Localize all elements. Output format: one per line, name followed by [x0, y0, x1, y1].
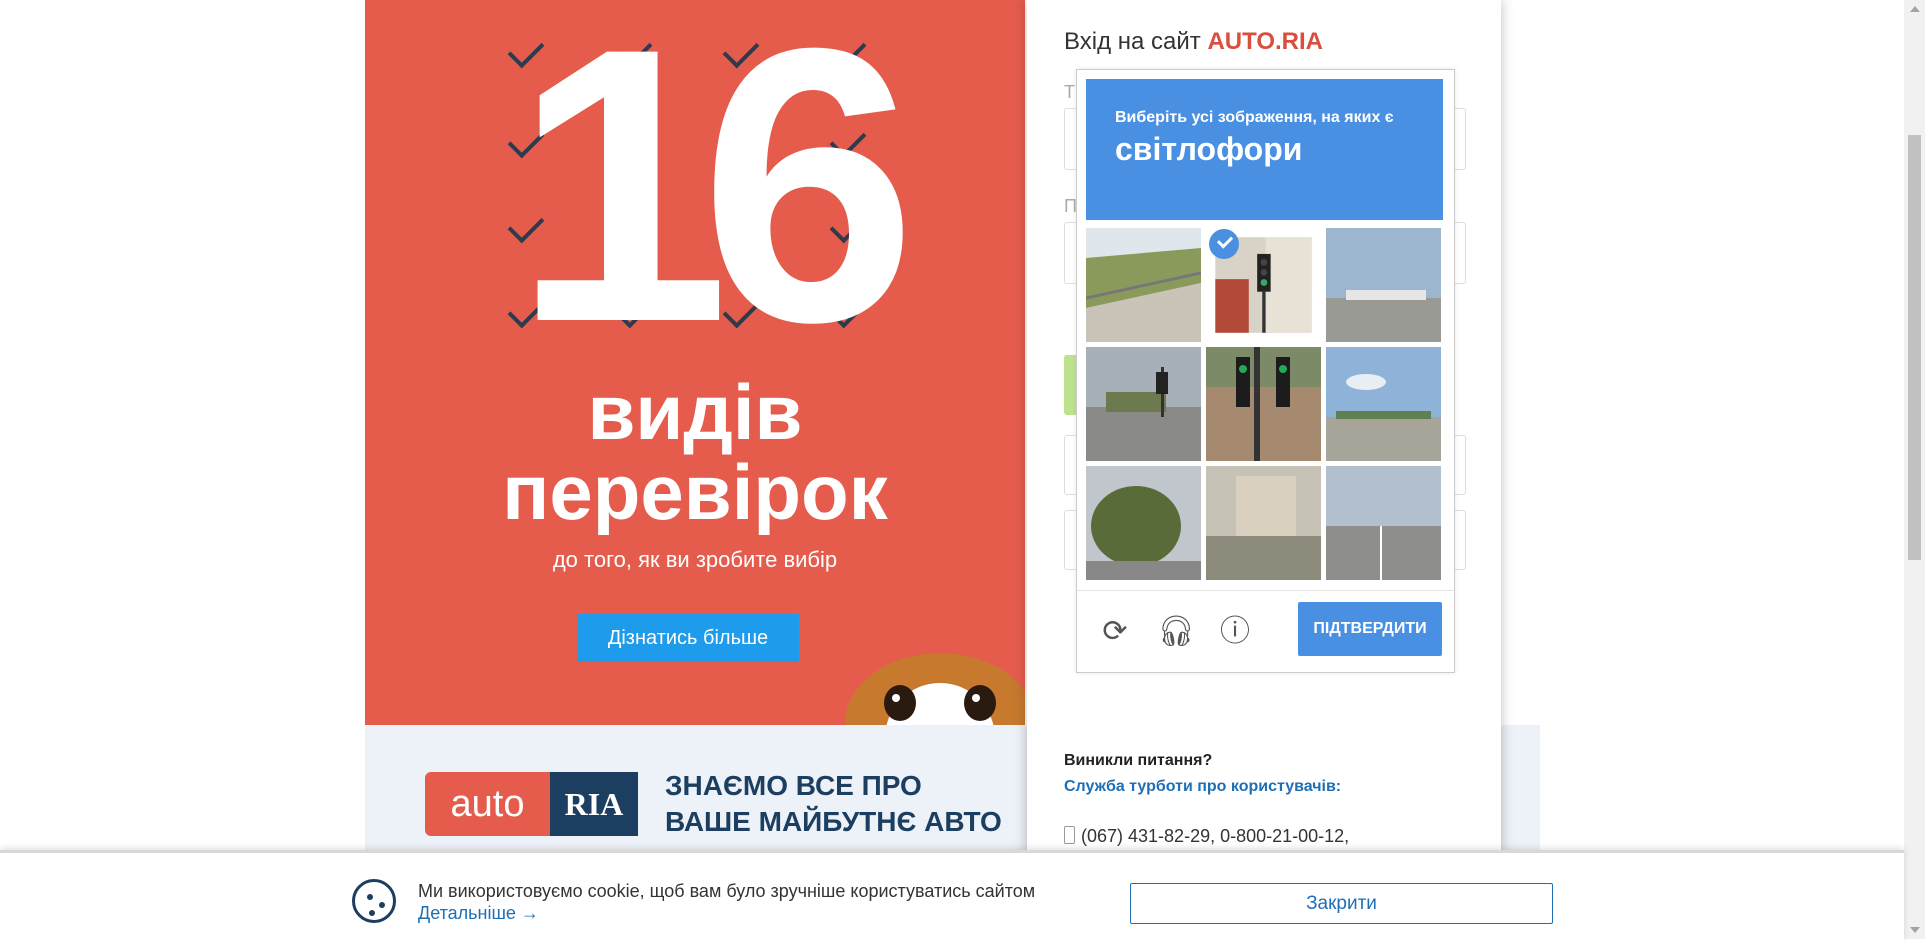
captcha-tile-3[interactable]	[1326, 228, 1441, 342]
captcha-tile-1[interactable]	[1086, 228, 1201, 342]
auto-ria-logo-auto[interactable]: auto	[425, 772, 550, 836]
learn-more-button[interactable]: Дізнатись більше	[577, 614, 799, 662]
reload-icon[interactable]: ⟳	[1097, 614, 1133, 650]
support-phones-text: (067) 431-82-29, 0-800-21-00-12,	[1081, 826, 1350, 846]
page-scrollbar[interactable]	[1904, 0, 1925, 939]
captcha-header: Виберіть усі зображення, на яких є світл…	[1086, 79, 1443, 220]
scroll-up-arrow[interactable]	[1910, 6, 1920, 12]
login-title-brand: AUTO.RIA	[1207, 28, 1323, 55]
captcha-tile-6[interactable]	[1326, 347, 1441, 461]
brand-tagline-line2: ВАШЕ МАЙБУТНЄ АВТО	[665, 806, 1002, 837]
captcha-target: світлофори	[1115, 131, 1303, 167]
captcha-tile-8[interactable]	[1206, 466, 1321, 580]
phone-icon	[1064, 826, 1075, 844]
captcha-tile-7[interactable]	[1086, 466, 1201, 580]
audio-icon[interactable]: 🎧︎	[1157, 614, 1195, 650]
captcha-instruction: Виберіть усі зображення, на яких є	[1115, 109, 1394, 126]
cookie-icon	[352, 879, 396, 923]
cookie-banner: Ми використовуємо cookie, щоб вам було з…	[0, 850, 1904, 942]
support-phones: (067) 431-82-29, 0-800-21-00-12,	[1064, 826, 1349, 847]
cookie-text: Ми використовуємо cookie, щоб вам було з…	[418, 881, 1036, 901]
support-link[interactable]: Служба турботи про користувачів:	[1064, 778, 1341, 796]
promo-banner[interactable]: 16 видів перевірок до того, як ви зробит…	[365, 0, 1025, 725]
scroll-down-arrow[interactable]	[1910, 927, 1920, 933]
scrollbar-thumb[interactable]	[1908, 135, 1921, 560]
login-field-label-1: Т	[1064, 82, 1075, 102]
recaptcha-challenge: Виберіть усі зображення, на яких є світл…	[1076, 69, 1455, 673]
promo-headline-2: перевірок	[502, 448, 888, 536]
captcha-footer-divider	[1077, 590, 1454, 591]
brand-tagline-line1: ЗНАЄМО ВСЕ ПРО	[665, 770, 922, 801]
captcha-tile-4[interactable]	[1086, 347, 1201, 461]
cookie-close-button[interactable]: Закрити	[1130, 883, 1553, 924]
captcha-tile-9[interactable]	[1326, 466, 1441, 580]
promo-big-number: 16	[513, 0, 917, 403]
login-title-prefix: Вхід на сайт	[1064, 28, 1201, 55]
dog-illustration	[845, 653, 1025, 725]
tile-selected-check-icon	[1209, 229, 1239, 259]
verify-button[interactable]: ПІДТВЕРДИТИ	[1298, 602, 1442, 656]
cookie-more-link[interactable]: Детальніше →	[418, 903, 539, 924]
promo-headline-1: видів	[587, 368, 803, 456]
brand-tagline: ЗНАЄМО ВСЕ ПРО ВАШЕ МАЙБУТНЄ АВТО	[665, 768, 1002, 840]
login-field-label-2: П	[1064, 196, 1077, 216]
captcha-tile-5[interactable]	[1206, 347, 1321, 461]
auto-ria-logo-ria[interactable]: RIA	[550, 772, 638, 836]
help-title: Виникли питання?	[1064, 752, 1213, 769]
promo-subline: до того, як ви зробите вибір	[552, 547, 838, 572]
info-icon[interactable]: ⓘ	[1217, 614, 1253, 650]
login-title: Вхід на сайт AUTO.RIA	[1064, 28, 1323, 56]
